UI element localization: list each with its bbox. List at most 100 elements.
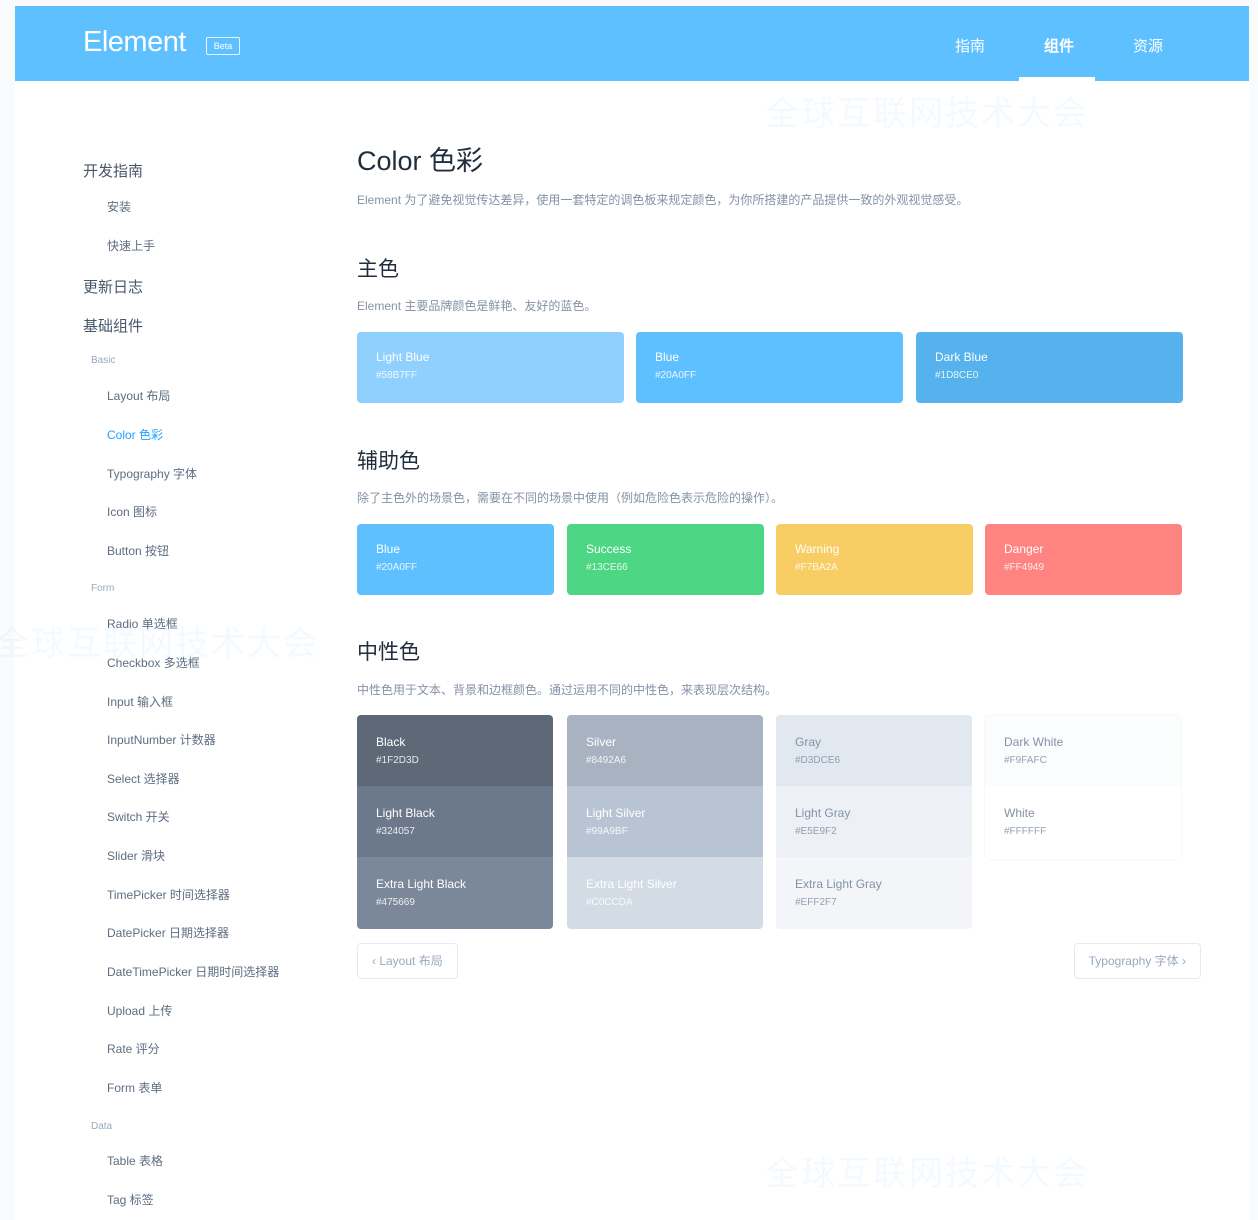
swatch-hex: #FFFFFF	[1004, 826, 1047, 837]
primary-color-swatch: Dark Blue #1D8CE0	[916, 332, 1183, 403]
sidebar-item[interactable]: Table 表格	[107, 1152, 163, 1169]
swatch-hex: #20A0FF	[655, 370, 697, 381]
swatch-hex: #58B7FF	[376, 370, 418, 381]
primary-section-title: 主色	[357, 258, 399, 281]
neutral-color-column: Black #1F2D3D Light Black #324057 Extra Ligh…	[357, 715, 553, 929]
swatch-name: Danger	[1004, 542, 1044, 556]
swatch-hex: #C0CCDA	[586, 897, 633, 908]
neutral-color-swatch: Black #1F2D3D	[357, 715, 553, 787]
secondary-color-swatch: Danger #FF4949	[985, 524, 1182, 595]
watermark-text: 全球互联网技术大会	[765, 1155, 1089, 1193]
sidebar-item[interactable]: InputNumber 计数器	[107, 731, 216, 748]
sidebar-item[interactable]: Slider 滑块	[107, 847, 165, 864]
swatch-name: Black	[376, 735, 406, 749]
neutral-color-swatch: Extra Light Gray #EFF2F7	[776, 857, 972, 929]
sidebar-item[interactable]: 快速上手	[107, 237, 155, 254]
neutral-color-swatch: Silver #8492A6	[567, 715, 763, 787]
watermark-text: 全球互联网技术大会	[765, 95, 1089, 133]
swatch-hex: #1F2D3D	[376, 755, 419, 766]
sidebar-group-label: Data	[91, 1121, 113, 1132]
sidebar-item[interactable]: Tag 标签	[107, 1191, 154, 1208]
sidebar-item[interactable]: 基础组件	[83, 315, 143, 336]
swatch-name: Light Silver	[586, 806, 646, 820]
secondary-color-swatch: Warning #F7BA2A	[776, 524, 973, 595]
swatch-name: Success	[586, 542, 632, 556]
sidebar-group-label: Form	[91, 583, 115, 594]
neutral-section-desc: 中性色用于文本、背景和边框颜色。通过运用不同的中性色，来表现层次结构。	[357, 683, 778, 697]
top-header: Element Beta 指南 组件 资源	[15, 6, 1249, 81]
sidebar-item[interactable]: Input 输入框	[107, 693, 173, 710]
swatch-hex: #EFF2F7	[795, 897, 837, 908]
swatch-name: Silver	[586, 735, 617, 749]
sidebar-item[interactable]: Upload 上传	[107, 1002, 172, 1019]
sidebar-item[interactable]: Radio 单选框	[107, 615, 178, 632]
sidebar-item[interactable]: Rate 评分	[107, 1040, 160, 1057]
sidebar-item[interactable]: 安装	[107, 198, 131, 215]
sidebar-item[interactable]: 更新日志	[83, 276, 143, 297]
sidebar-item[interactable]: Typography 字体	[107, 465, 197, 482]
app-frame: Element Beta 指南 组件 资源 开发指南安装快速上手更新日志基础组件…	[0, 6, 1249, 1220]
swatch-hex: #FF4949	[1004, 562, 1045, 573]
sidebar-group-label: Basic	[91, 355, 116, 366]
swatch-hex: #E5E9F2	[795, 826, 837, 837]
neutral-color-swatch: Light Gray #E5E9F2	[776, 786, 972, 858]
sidebar-item[interactable]: Form 表单	[107, 1079, 162, 1096]
sidebar-item[interactable]: 开发指南	[83, 160, 143, 181]
swatch-name: Light Black	[376, 806, 435, 820]
sidebar-item[interactable]: Color 色彩	[107, 426, 163, 443]
neutral-color-column: Gray #D3DCE6 Light Gray #E5E9F2 Extra Light …	[776, 715, 972, 929]
sidebar-item[interactable]: TimePicker 时间选择器	[107, 886, 230, 903]
swatch-name: Light Gray	[795, 806, 851, 820]
sidebar-item[interactable]: Select 选择器	[107, 770, 180, 787]
neutral-color-swatch: Extra Light Black #475669	[357, 857, 553, 929]
neutral-section-title: 中性色	[357, 641, 420, 664]
swatch-name: Dark White	[1004, 735, 1064, 749]
nav-resources[interactable]: 资源	[1133, 35, 1163, 56]
secondary-color-swatch: Success #13CE66	[567, 524, 764, 595]
sidebar-nav: 开发指南安装快速上手更新日志基础组件 Basic Layout 布局 Color 色彩…	[15, 81, 315, 1220]
neutral-color-swatch: White #FFFFFF	[985, 786, 1181, 858]
swatch-hex: #F7BA2A	[795, 562, 838, 573]
swatch-name: Blue	[655, 350, 680, 364]
sidebar-item[interactable]: DatePicker 日期选择器	[107, 924, 229, 941]
swatch-hex: #1D8CE0	[935, 370, 979, 381]
sidebar-item[interactable]: Checkbox 多选框	[107, 654, 200, 671]
secondary-color-swatch: Blue #20A0FF	[357, 524, 554, 595]
primary-color-swatch: Blue #20A0FF	[636, 332, 903, 403]
page-intro: Element 为了避免视觉传达差异，使用一套特定的调色板来规定颜色，为你所搭建…	[357, 193, 969, 207]
swatch-name: Extra Light Silver	[586, 877, 677, 891]
swatch-name: Warning	[795, 542, 840, 556]
sidebar-item[interactable]: Layout 布局	[107, 387, 170, 404]
primary-section-desc: Element 主要品牌颜色是鲜艳、友好的蓝色。	[357, 299, 597, 313]
neutral-color-swatch: Gray #D3DCE6	[776, 715, 972, 787]
sidebar-item[interactable]: Icon 图标	[107, 503, 157, 520]
swatch-name: Extra Light Black	[376, 877, 467, 891]
neutral-color-column: Silver #8492A6 Light Silver #99A9BF Extra Li…	[567, 715, 763, 929]
sidebar-item[interactable]: DateTimePicker 日期时间选择器	[107, 963, 279, 980]
next-page-link[interactable]: Typography 字体 ›	[1073, 943, 1201, 979]
page-title: Color 色彩	[357, 146, 484, 176]
swatch-hex: #475669	[376, 897, 415, 908]
neutral-color-swatch: Extra Light Silver #C0CCDA	[567, 857, 763, 929]
secondary-section-desc: 除了主色外的场景色，需要在不同的场景中使用（例如危险色表示危险的操作）。	[357, 491, 784, 505]
swatch-name: Extra Light Gray	[795, 877, 882, 891]
swatch-name: Dark Blue	[935, 350, 988, 364]
nav-active-indicator	[1019, 77, 1095, 81]
swatch-name: Gray	[795, 735, 822, 749]
beta-badge: Beta	[206, 37, 240, 55]
secondary-section-title: 辅助色	[357, 450, 420, 473]
sidebar-item[interactable]: Button 按钮	[107, 542, 169, 559]
sidebar-item[interactable]: Switch 开关	[107, 808, 170, 825]
swatch-name: White	[1004, 806, 1035, 820]
swatch-hex: #99A9BF	[586, 826, 628, 837]
primary-color-swatch: Light Blue #58B7FF	[357, 332, 624, 403]
swatch-hex: #324057	[376, 826, 415, 837]
swatch-hex: #8492A6	[586, 755, 627, 766]
prev-page-link[interactable]: ‹ Layout 布局	[357, 943, 458, 979]
swatch-name: Light Blue	[376, 350, 430, 364]
neutral-color-swatch: Light Silver #99A9BF	[567, 786, 763, 858]
nav-guide[interactable]: 指南	[955, 35, 985, 56]
element-logo[interactable]: Element	[83, 26, 186, 59]
swatch-hex: #13CE66	[586, 562, 628, 573]
nav-components[interactable]: 组件	[1044, 35, 1074, 56]
